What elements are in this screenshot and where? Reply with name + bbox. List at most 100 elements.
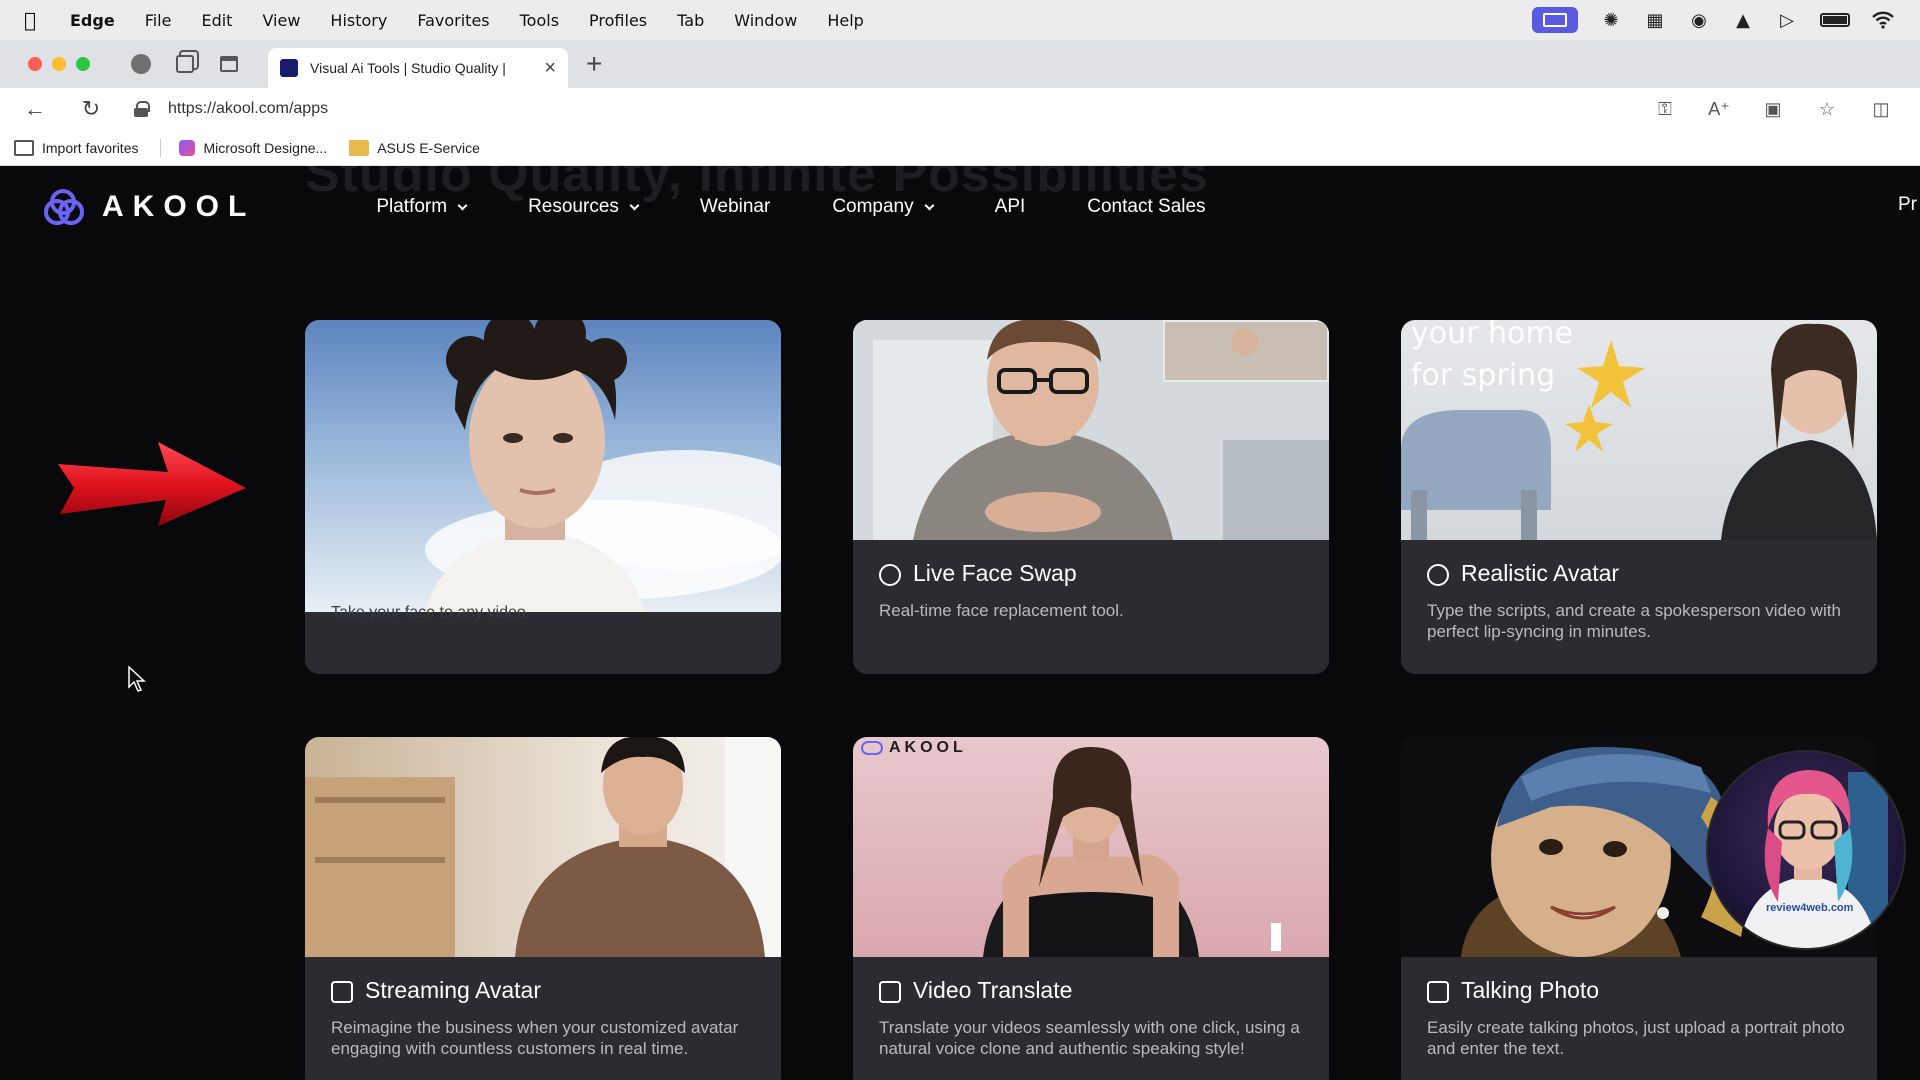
menu-tab[interactable]: Tab — [662, 11, 719, 30]
favorite-asus-eservice[interactable]: ASUS E-Service — [349, 139, 480, 156]
profile-icon[interactable] — [130, 53, 152, 75]
avatar-spokesperson-image — [1401, 323, 1877, 540]
read-aloud-icon[interactable]: A⁺ — [1708, 98, 1730, 120]
card-thumbnail: AKOOL — [853, 737, 1329, 957]
favorite-label: Microsoft Designe... — [203, 139, 328, 156]
nav-platform[interactable]: Platform — [345, 196, 497, 218]
nav-webinar[interactable]: Webinar — [669, 196, 801, 218]
streaming-man-image — [305, 737, 781, 957]
favorite-microsoft-designer[interactable]: Microsoft Designe... — [179, 139, 328, 156]
card-thumbnail — [305, 320, 781, 612]
favorite-import[interactable]: Import favorites — [14, 139, 139, 156]
collections-icon[interactable] — [174, 53, 196, 75]
chevron-down-icon — [457, 200, 468, 210]
nav-contact-sales[interactable]: Contact Sales — [1056, 196, 1236, 218]
card-title: Live Face Swap — [913, 560, 1077, 586]
menu-file[interactable]: File — [130, 11, 187, 30]
favorite-star-icon[interactable]: ☆ — [1816, 98, 1838, 120]
portrait-image — [425, 320, 781, 612]
face-icon — [1427, 564, 1449, 586]
card-description: Real-time face replacement tool. — [879, 601, 1124, 620]
menu-tools[interactable]: Tools — [505, 11, 574, 30]
nav-company[interactable]: Company — [801, 196, 963, 218]
address-bar-actions: ⚿ A⁺ ▣ ☆ ◫ — [1654, 98, 1892, 120]
card-thumbnail — [853, 320, 1329, 540]
menu-window[interactable]: Window — [719, 11, 812, 30]
import-icon — [14, 139, 34, 156]
nav-pricing-cutoff[interactable]: Pr — [1898, 194, 1920, 216]
thumbnail-overlay-text: for spring — [1411, 358, 1556, 393]
fullscreen-window-button[interactable] — [76, 57, 90, 71]
lock-icon[interactable] — [134, 101, 150, 117]
favorites-divider — [160, 138, 162, 157]
logo-text: AKOOL — [102, 190, 256, 223]
translate-woman-image — [983, 747, 1281, 957]
akool-logo[interactable]: AKOOL — [44, 187, 255, 227]
mouse-cursor-icon — [128, 666, 146, 692]
menu-app-name[interactable]: Edge — [58, 11, 130, 30]
capcut-icon[interactable]: ▦ — [1644, 9, 1666, 31]
key-icon[interactable]: ⚿ — [1654, 98, 1676, 120]
favorite-label: ASUS E-Service — [377, 139, 480, 156]
wifi-icon[interactable] — [1872, 9, 1894, 31]
chatgpt-icon[interactable]: ✺ — [1600, 9, 1622, 31]
play-icon[interactable]: ▷ — [1776, 9, 1798, 31]
card-thumbnail — [305, 737, 781, 957]
folder-icon — [349, 139, 370, 156]
image-icon — [331, 981, 353, 1003]
minimize-window-button[interactable] — [52, 57, 66, 71]
tab-actions-icon[interactable] — [218, 53, 240, 75]
site-header: AKOOL Platform Resources Webinar Company… — [0, 166, 1920, 248]
favorite-label: Import favorites — [42, 139, 139, 156]
photo-icon — [1427, 981, 1449, 1003]
card-description: Take your face to any video. — [331, 604, 531, 621]
tab-favicon-icon — [280, 59, 298, 77]
window-controls — [28, 57, 90, 71]
address-bar[interactable]: https://akool.com/apps — [134, 100, 1654, 118]
split-screen-icon[interactable]: ◫ — [1870, 98, 1892, 120]
site-nav: Platform Resources Webinar Company API C… — [345, 196, 1236, 218]
vlc-icon[interactable]: ▲ — [1732, 9, 1754, 31]
card-description: Reimagine the business when your customi… — [331, 1018, 739, 1058]
url-text[interactable]: https://akool.com/apps — [168, 100, 328, 118]
chevron-down-icon — [629, 200, 640, 210]
thumbnail-overlay-text: your home — [1411, 320, 1574, 351]
close-window-button[interactable] — [28, 57, 42, 71]
card-realistic-avatar[interactable]: your home for spring Realistic Avatar Ty… — [1401, 320, 1877, 674]
new-tab-button[interactable]: + — [586, 48, 602, 80]
back-arrow-icon[interactable]: ← — [22, 96, 48, 122]
favorites-bar: Import favorites Microsoft Designe... AS… — [0, 130, 1920, 166]
eye-icon[interactable]: ◉ — [1688, 9, 1710, 31]
menu-view[interactable]: View — [247, 11, 315, 30]
card-video-translate[interactable]: AKOOL Video Translate Translate your vid… — [853, 737, 1329, 1080]
refresh-icon[interactable]: ↻ — [78, 96, 104, 122]
status-area: ✺ ▦ ◉ ▲ ▷ — [1532, 7, 1894, 33]
screen-record-icon[interactable] — [1532, 7, 1578, 33]
card-live-face-swap[interactable]: Live Face Swap Real-time face replacemen… — [853, 320, 1329, 674]
menu-profiles[interactable]: Profiles — [574, 11, 662, 30]
card-title: Realistic Avatar — [1461, 560, 1620, 586]
face-icon — [879, 564, 901, 586]
menu-history[interactable]: History — [315, 11, 402, 30]
nav-resources[interactable]: Resources — [497, 196, 669, 218]
menu-favorites[interactable]: Favorites — [402, 11, 504, 30]
apple-menu-icon[interactable]:  — [24, 8, 58, 32]
red-arrow-icon — [58, 442, 246, 526]
nav-api[interactable]: API — [964, 196, 1057, 218]
card-streaming-avatar[interactable]: Streaming Avatar Reimagine the business … — [305, 737, 781, 1080]
tab-tools — [130, 53, 240, 75]
menu-edit[interactable]: Edit — [186, 11, 247, 30]
tab-title: Visual Ai Tools | Studio Quality | — [310, 60, 506, 76]
chevron-down-icon — [924, 200, 935, 210]
immersive-reader-icon[interactable]: ▣ — [1762, 98, 1784, 120]
menu-help[interactable]: Help — [812, 11, 878, 30]
tab-close-icon[interactable]: × — [544, 57, 556, 80]
navigation-bar: ← ↻ https://akool.com/apps ⚿ A⁺ ▣ ☆ ◫ — [0, 88, 1920, 130]
tab-strip: Visual Ai Tools | Studio Quality | × + — [0, 40, 1920, 88]
presenter-image — [1738, 770, 1888, 948]
card-description: Type the scripts, and create a spokesper… — [1427, 601, 1841, 641]
card-face-swap[interactable]: Take your face to any video. — [305, 320, 781, 674]
active-tab[interactable]: Visual Ai Tools | Studio Quality | × — [268, 48, 568, 88]
battery-icon[interactable] — [1820, 13, 1850, 27]
presenter-webcam-overlay: review4web.com — [1706, 750, 1906, 950]
